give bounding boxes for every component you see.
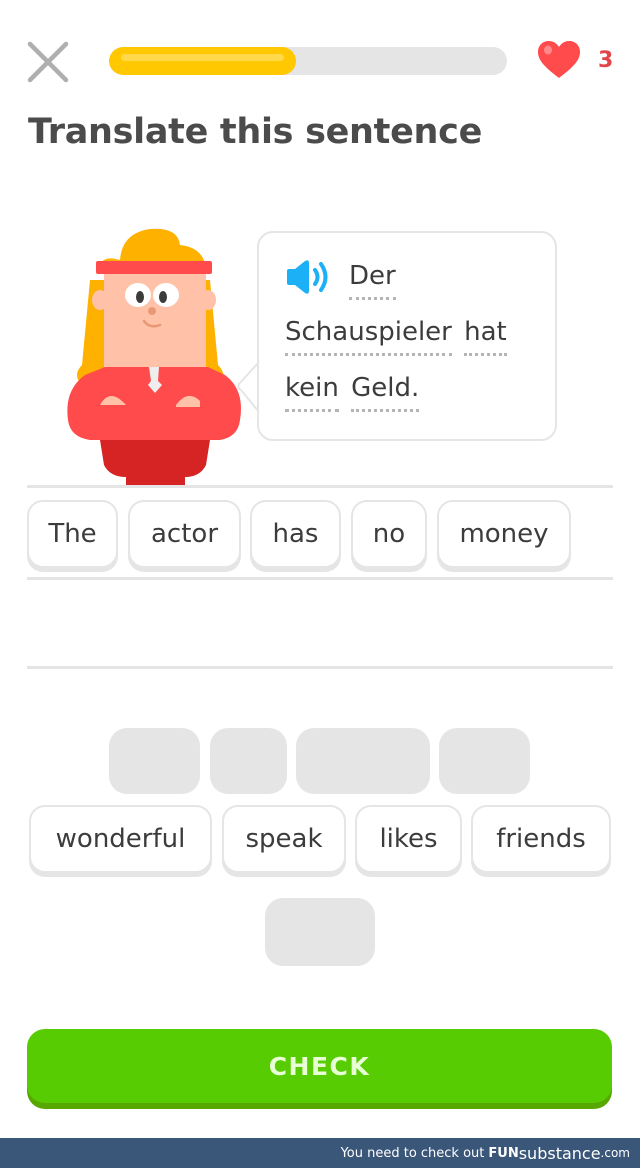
hint-word[interactable]: hat: [464, 317, 507, 356]
watermark-brand-bold: FUN: [488, 1145, 519, 1161]
used-word-slot: [265, 898, 375, 966]
used-word-slot: [296, 728, 430, 794]
character-illustration: [67, 228, 241, 487]
prompt-bubble: Der Schauspieler hat kein Geld.: [257, 231, 557, 441]
answer-tile[interactable]: actor: [128, 500, 241, 568]
close-button[interactable]: [26, 40, 70, 84]
answer-tile[interactable]: no: [351, 500, 427, 568]
hearts-count: 3: [598, 47, 614, 73]
lesson-progress-bar: [109, 47, 507, 75]
watermark-brand: substance: [518, 1143, 601, 1163]
check-button[interactable]: CHECK: [27, 1029, 612, 1103]
answer-line-bottom: [27, 666, 613, 669]
progress-fill: [109, 47, 297, 75]
progress-shine: [121, 54, 285, 61]
speaker-icon: [287, 260, 328, 294]
sentence-line-2: Schauspieler hat: [285, 317, 507, 356]
page-title: Translate this sentence: [28, 112, 483, 152]
hint-word[interactable]: kein: [285, 373, 339, 412]
word-bank-tile[interactable]: wonderful: [29, 805, 212, 873]
watermark-suffix: .com: [600, 1146, 630, 1160]
answer-tile[interactable]: money: [437, 500, 571, 568]
answer-line-top: [27, 485, 613, 488]
word-bank-tile[interactable]: speak: [222, 805, 346, 873]
word-bank-tile[interactable]: friends: [471, 805, 611, 873]
used-word-slot: [210, 728, 287, 794]
hint-word[interactable]: Der: [349, 261, 396, 300]
used-word-slot: [109, 728, 200, 794]
close-icon: [27, 41, 69, 83]
hint-word[interactable]: Geld.: [351, 373, 420, 412]
sentence-line-1: Der: [349, 261, 396, 300]
word-bank-tile[interactable]: likes: [355, 805, 462, 873]
heart-icon: [538, 41, 580, 78]
hint-word[interactable]: Schauspieler: [285, 317, 452, 356]
answer-line-middle: [27, 577, 613, 580]
answer-tile[interactable]: The: [27, 500, 118, 568]
watermark-bar: You need to check out FUN substance .com: [0, 1138, 640, 1168]
play-audio-button[interactable]: [285, 259, 333, 295]
sentence-line-3: kein Geld.: [285, 373, 420, 412]
used-word-slot: [439, 728, 530, 794]
watermark-prefix: You need to check out: [340, 1145, 485, 1161]
answer-tile[interactable]: has: [250, 500, 341, 568]
hearts-indicator: 3: [536, 40, 613, 80]
